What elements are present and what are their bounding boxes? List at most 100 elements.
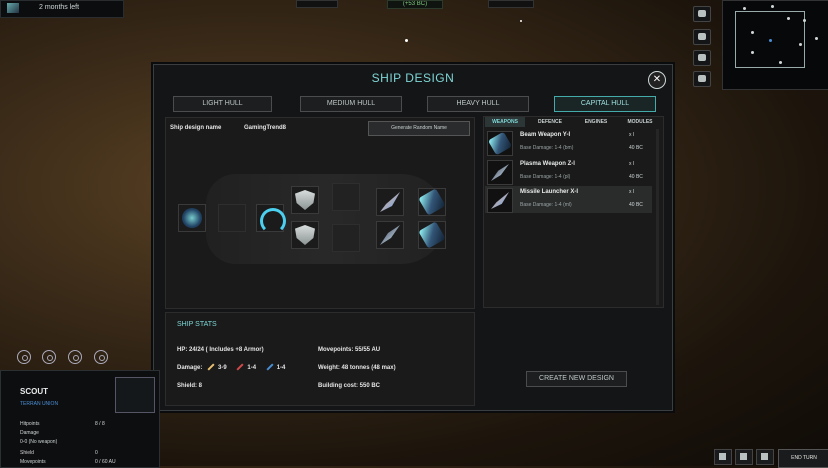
top-resource-chip xyxy=(296,0,338,8)
map-tool-button[interactable] xyxy=(693,6,711,22)
weapon-thumbnail xyxy=(487,131,513,156)
minimap-home xyxy=(769,39,772,42)
medium-hull-button[interactable]: MEDIUM HULL xyxy=(300,96,402,112)
modal-title: SHIP DESIGN xyxy=(371,71,455,85)
weapon-thumbnail xyxy=(487,188,513,213)
star xyxy=(405,39,408,42)
unit-stat-value: 0 / 60 AU xyxy=(95,459,116,465)
beam-icon xyxy=(487,131,513,156)
capital-hull-button[interactable]: CAPITAL HULL xyxy=(554,96,656,112)
weight-stat: Weight: 48 tonnes (48 max) xyxy=(318,365,396,371)
missile-damage-value: 1-4 xyxy=(276,365,286,371)
minimap-star xyxy=(799,43,802,46)
ship-design-modal: SHIP DESIGN ✕ LIGHT HULL MEDIUM HULL HEA… xyxy=(153,64,673,411)
round-button[interactable] xyxy=(17,350,31,364)
weapon-slot[interactable] xyxy=(376,221,404,249)
unit-portrait[interactable] xyxy=(115,377,155,413)
shield-slot[interactable] xyxy=(291,186,319,214)
minimap-star xyxy=(751,51,754,54)
light-hull-button[interactable]: LIGHT HULL xyxy=(173,96,272,112)
tab-modules[interactable]: MODULES xyxy=(620,117,660,127)
weapon-slot[interactable] xyxy=(376,188,404,216)
minimap-star xyxy=(815,37,818,40)
bottom-tool-button[interactable] xyxy=(735,449,753,465)
empty-slot[interactable] xyxy=(332,183,360,211)
weapon-damage: Base Damage: 1-4 (pl) xyxy=(520,174,571,180)
missile-icon xyxy=(491,192,509,209)
damage-stat: Damage: 3-9 1-4 1-4 xyxy=(177,363,286,371)
tab-defence[interactable]: DEFENCE xyxy=(530,117,570,127)
weapon-slot[interactable] xyxy=(418,221,446,249)
weapon-name: Plasma Weapon Z-I xyxy=(520,161,575,167)
empty-slot[interactable] xyxy=(218,204,246,232)
map-tool-button[interactable] xyxy=(693,50,711,66)
building-cost-stat: Building cost: 550 BC xyxy=(318,383,381,389)
unit-stat-label: Hitpoints xyxy=(20,421,40,427)
heavy-hull-button[interactable]: HEAVY HULL xyxy=(427,96,529,112)
map-tool-button[interactable] xyxy=(693,71,711,87)
beam-damage-icon xyxy=(207,363,215,371)
design-canvas: Ship design name GamingTrend8 Generate R… xyxy=(165,117,475,309)
weapon-cost: 40 BC xyxy=(629,145,643,151)
unit-stat-value: 8 / 8 xyxy=(95,421,105,427)
planet-icon xyxy=(698,54,706,61)
weapon-item-missile[interactable]: Missile Launcher X-I x I Base Damage: 1-… xyxy=(485,186,652,213)
unit-stat-value: 0 xyxy=(95,450,98,456)
close-icon[interactable]: ✕ xyxy=(648,71,666,89)
weapon-count: x I xyxy=(629,189,635,195)
minimap-star xyxy=(787,17,790,20)
shield-stat: Shield: 8 xyxy=(177,383,203,389)
engine-icon xyxy=(260,208,286,234)
create-new-design-button[interactable]: CREATE NEW DESIGN xyxy=(526,371,627,387)
star xyxy=(520,20,522,22)
shield-icon xyxy=(295,225,315,245)
weapon-slot[interactable] xyxy=(418,188,446,216)
tab-weapons[interactable]: WEAPONS xyxy=(485,117,525,127)
top-resource-chip xyxy=(488,0,534,8)
weapon-thumbnail xyxy=(487,160,513,185)
time-left-text: 2 months left xyxy=(39,4,80,11)
minimap[interactable] xyxy=(722,0,828,90)
weapon-item-plasma[interactable]: Plasma Weapon Z-I x I Base Damage: 1-4 (… xyxy=(485,158,652,185)
engine-slot[interactable] xyxy=(178,204,206,232)
generate-name-button[interactable]: Generate Random Name xyxy=(368,121,470,136)
end-turn-button[interactable]: END TURN xyxy=(778,449,828,468)
tab-engines[interactable]: ENGINES xyxy=(576,117,616,127)
flask-icon xyxy=(740,453,747,460)
circle-icon xyxy=(22,355,28,361)
unit-faction: TERRAN UNION xyxy=(20,401,59,407)
circle-icon xyxy=(73,355,79,361)
plasma-damage-icon xyxy=(236,363,244,371)
planet-icon xyxy=(7,3,19,13)
map-tool-button[interactable] xyxy=(693,29,711,45)
shield-slot[interactable] xyxy=(291,221,319,249)
cloud-icon xyxy=(698,75,706,82)
unit-info-panel: SCOUT TERRAN UNION Hitpoints 8 / 8 Damag… xyxy=(0,370,160,468)
bottom-tool-button[interactable] xyxy=(756,449,774,465)
beam-damage-value: 3-9 xyxy=(218,365,227,371)
round-button[interactable] xyxy=(68,350,82,364)
component-panel: WEAPONS DEFENCE ENGINES MODULES Beam Wea… xyxy=(483,116,664,308)
design-name-field[interactable]: GamingTrend8 xyxy=(244,125,286,131)
unit-stat-label: Damage xyxy=(20,430,39,436)
minimap-star xyxy=(743,7,746,10)
round-button[interactable] xyxy=(94,350,108,364)
weapon-cost: 40 BC xyxy=(629,202,643,208)
minimap-star xyxy=(803,19,806,22)
missile-damage-icon xyxy=(266,363,274,371)
bottom-tool-button[interactable] xyxy=(714,449,732,465)
plasma-damage-value: 1-4 xyxy=(247,365,257,371)
unit-name: SCOUT xyxy=(20,387,48,396)
circle-icon xyxy=(99,355,105,361)
minimap-star xyxy=(751,31,754,34)
component-scrollbar[interactable] xyxy=(656,129,659,305)
credits-readout: (+53 BC) xyxy=(387,0,443,9)
engine-slot[interactable] xyxy=(256,204,286,234)
shield-icon xyxy=(295,190,315,210)
design-name-label: Ship design name xyxy=(170,125,222,131)
empty-slot[interactable] xyxy=(332,224,360,252)
weapon-damage: Base Damage: 1-4 (ml) xyxy=(520,202,572,208)
damage-label: Damage: xyxy=(177,365,203,371)
weapon-item-beam[interactable]: Beam Weapon Y-I x I Base Damage: 1-4 (bm… xyxy=(485,129,652,156)
round-button[interactable] xyxy=(42,350,56,364)
